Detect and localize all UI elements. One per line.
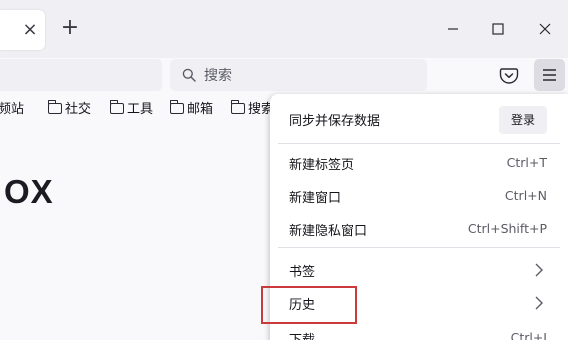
bookmark-item-video[interactable]: 频站: [0, 102, 24, 118]
search-icon: [182, 68, 196, 82]
menu-item-shortcut: Ctrl+J: [510, 330, 547, 340]
menu-item-label: 下载: [289, 329, 315, 340]
app-menu-panel: 同步并保存数据 登录 新建标签页 Ctrl+T 新建窗口 Ctrl+N 新建隐私…: [270, 94, 568, 340]
bookmark-folder-mail[interactable]: 邮箱: [170, 100, 214, 118]
menu-item-new-private-window[interactable]: 新建隐私窗口 Ctrl+Shift+P: [270, 211, 568, 247]
menu-item-shortcut: Ctrl+N: [504, 188, 547, 203]
menu-item-downloads[interactable]: 下载 Ctrl+J: [270, 320, 568, 340]
menu-item-new-tab[interactable]: 新建标签页 Ctrl+T: [270, 145, 568, 181]
menu-item-new-window[interactable]: 新建窗口 Ctrl+N: [270, 178, 568, 214]
bookmark-label: 频站: [0, 102, 25, 117]
nav-toolbar: 搜索: [0, 58, 568, 93]
folder-icon: [110, 100, 124, 114]
close-window-button[interactable]: [531, 17, 559, 41]
menu-item-shortcut: Ctrl+Shift+P: [467, 221, 547, 236]
bookmark-label: 社交: [65, 102, 92, 117]
close-icon: [539, 23, 551, 35]
search-placeholder: 搜索: [204, 68, 232, 84]
menu-item-label: 新建隐私窗口: [289, 224, 368, 239]
menu-item-label: 历史: [289, 298, 316, 313]
tab-close-icon[interactable]: ×: [20, 18, 40, 42]
pocket-icon[interactable]: [498, 64, 520, 86]
menu-separator: [278, 247, 560, 248]
bookmark-label: 邮箱: [187, 102, 214, 117]
new-tab-button[interactable]: +: [59, 17, 81, 41]
menu-item-bookmarks[interactable]: 书签: [270, 252, 568, 288]
menu-item-label: 新建标签页: [289, 158, 355, 173]
maximize-icon: [492, 23, 504, 35]
active-tab[interactable]: ×: [0, 10, 45, 50]
menu-item-history[interactable]: 历史: [270, 285, 568, 321]
bookmark-folder-tools[interactable]: 工具: [110, 100, 154, 118]
folder-icon: [170, 100, 184, 114]
app-menu-button[interactable]: [534, 59, 565, 91]
folder-icon: [231, 100, 245, 114]
folder-icon: [48, 100, 62, 114]
url-bar[interactable]: [0, 59, 162, 91]
firefox-logo-text: OX: [4, 173, 54, 210]
tab-strip: × +: [0, 0, 568, 58]
sync-label: 同步并保存数据: [289, 114, 381, 129]
bookmark-folder-search[interactable]: 搜索: [231, 100, 274, 118]
minimize-button[interactable]: [439, 17, 467, 41]
chevron-right-icon: [535, 296, 543, 310]
menu-item-sync[interactable]: 同步并保存数据 登录: [270, 98, 568, 140]
login-button[interactable]: 登录: [499, 106, 547, 134]
bookmark-folder-social[interactable]: 社交: [48, 100, 92, 118]
menu-separator: [278, 143, 560, 144]
menu-item-shortcut: Ctrl+T: [506, 155, 547, 170]
chevron-right-icon: [535, 263, 543, 277]
hamburger-menu-icon: [543, 69, 556, 81]
menu-item-label: 新建窗口: [289, 191, 342, 206]
maximize-button[interactable]: [484, 17, 512, 41]
bookmark-label: 工具: [127, 102, 154, 117]
search-bar[interactable]: 搜索: [170, 59, 427, 91]
menu-item-label: 书签: [289, 265, 316, 280]
minimize-icon: [448, 28, 458, 30]
